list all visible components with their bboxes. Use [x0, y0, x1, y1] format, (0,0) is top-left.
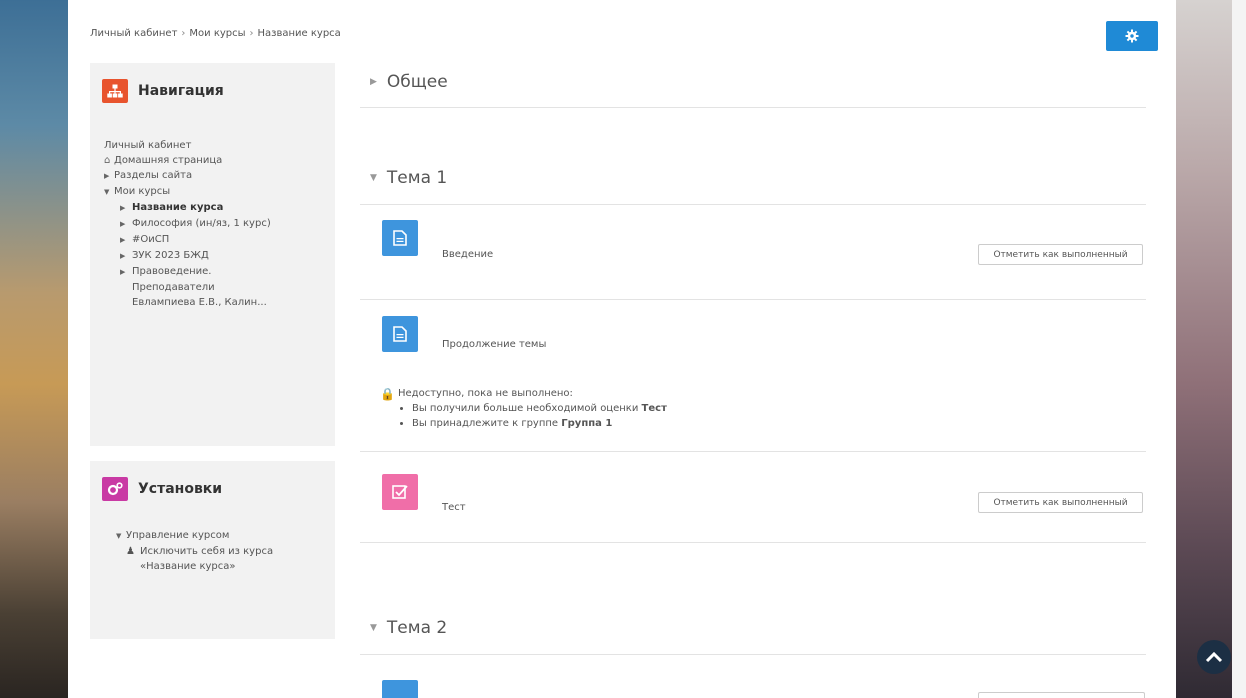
divider [360, 204, 1146, 205]
settings-block: Установки ▼ Управление курсом ♟ Исключить … [90, 461, 335, 639]
gear-icon [1125, 29, 1139, 43]
mark-complete-button[interactable]: Отметить как выполненный [978, 244, 1143, 265]
divider [360, 542, 1146, 543]
nav-site-pages[interactable]: ▶ Разделы сайта [104, 168, 324, 184]
user-icon: ♟ [126, 546, 135, 557]
activity-continuation-link[interactable]: Продолжение темы [442, 339, 546, 350]
breadcrumb-dashboard[interactable]: Личный кабинет [90, 28, 177, 39]
chevron-up-icon [1205, 651, 1223, 663]
settings-unenrol[interactable]: ♟ Исключить себя из курса «Название курса… [116, 544, 326, 574]
nav-course-label: Философия (ин/яз, 1 курс) [132, 218, 271, 229]
breadcrumb-separator: › [181, 28, 186, 39]
activity-intro-link[interactable]: Введение [442, 249, 493, 260]
restriction-condition-value: Тест [641, 403, 667, 414]
nav-my-courses[interactable]: ▼ Мои курсы [104, 184, 324, 200]
nav-home[interactable]: ⌂ Домашняя страница [104, 153, 324, 168]
mark-complete-button[interactable]: Отметить как выполненный [978, 492, 1143, 513]
restriction-condition: Вы принадлежите к группе Группа 1 [412, 416, 667, 431]
chevron-down-icon: ▼ [370, 173, 377, 183]
cogs-icon [102, 477, 128, 501]
nav-my-courses-label: Мои курсы [114, 186, 171, 197]
activity-test-link[interactable]: Тест [442, 502, 466, 513]
moodle-course-page: Личный кабинет › Мои курсы › Название курса [68, 0, 1176, 698]
quiz-icon[interactable] [382, 474, 418, 510]
settings-title: Установки [138, 481, 223, 497]
lock-icon: 🔒 [380, 387, 395, 401]
course-settings-button[interactable] [1106, 21, 1158, 51]
restriction-condition-text: Вы принадлежите к группе [412, 418, 559, 429]
nav-course-current[interactable]: ▶ Название курса [104, 200, 324, 216]
mark-complete-button-partial[interactable] [978, 692, 1145, 698]
divider [360, 451, 1146, 452]
navigation-tree: Личный кабинет ⌂ Домашняя страница ▶ Разде… [104, 138, 324, 310]
chevron-right-icon: ▶ [120, 204, 126, 212]
navigation-title: Навигация [138, 83, 224, 99]
divider [360, 299, 1146, 300]
scroll-to-top-button[interactable] [1197, 640, 1231, 674]
section-topic-2[interactable]: ▼ Тема 2 [370, 618, 447, 638]
window-edge-strip [1232, 0, 1246, 698]
page-icon[interactable] [382, 680, 418, 698]
chevron-down-icon: ▼ [104, 188, 110, 196]
restriction-header: Недоступно, пока не выполнено: [398, 388, 573, 399]
section-general[interactable]: ▶ Общее [370, 72, 448, 92]
chevron-right-icon: ▶ [104, 172, 110, 180]
nav-course-label: Название курса [132, 202, 224, 213]
desktop-background-left [0, 0, 68, 698]
nav-course-label: ЗУК 2023 БЖД [132, 250, 209, 261]
nav-dashboard[interactable]: Личный кабинет [104, 138, 324, 153]
sitemap-icon [102, 79, 128, 103]
nav-site-pages-label: Разделы сайта [114, 170, 193, 181]
restriction-list: Вы получили больше необходимой оценки Те… [412, 401, 667, 431]
navigation-block-header: Навигация [90, 63, 335, 103]
chevron-right-icon: ▶ [120, 236, 126, 244]
section-topic-1[interactable]: ▼ Тема 1 [370, 168, 447, 188]
chevron-right-icon: ▶ [120, 252, 126, 260]
settings-course-admin[interactable]: ▼ Управление курсом [116, 528, 326, 544]
chevron-right-icon: ▶ [120, 220, 126, 228]
breadcrumb-separator: › [249, 28, 254, 39]
restriction-condition-text: Вы получили больше необходимой оценки [412, 403, 639, 414]
section-topic-2-title: Тема 2 [386, 618, 448, 638]
section-topic-1-title: Тема 1 [386, 168, 448, 188]
divider [360, 654, 1146, 655]
nav-course-label: Правоведение. Преподаватели Евлампиева Е… [132, 266, 267, 308]
chevron-right-icon: ▶ [370, 77, 377, 87]
home-icon: ⌂ [104, 155, 111, 166]
chevron-down-icon: ▼ [370, 623, 377, 633]
chevron-down-icon: ▼ [116, 532, 122, 540]
page-icon[interactable] [382, 316, 418, 352]
breadcrumb-my-courses[interactable]: Мои курсы [189, 28, 245, 39]
nav-home-label: Домашняя страница [114, 155, 223, 166]
nav-course-zuk[interactable]: ▶ ЗУК 2023 БЖД [104, 248, 324, 264]
nav-course-oisp[interactable]: ▶ #ОиСП [104, 232, 324, 248]
settings-course-admin-label: Управление курсом [126, 530, 230, 541]
restriction-condition: Вы получили больше необходимой оценки Те… [412, 401, 667, 416]
desktop-background-right [1176, 0, 1246, 698]
breadcrumb: Личный кабинет › Мои курсы › Название курса [90, 28, 341, 39]
restriction-info: 🔒 Недоступно, пока не выполнено: Вы полу… [380, 387, 667, 431]
settings-block-header: Установки [90, 461, 335, 501]
settings-unenrol-label: Исключить себя из курса «Название курса» [140, 546, 274, 572]
page-icon[interactable] [382, 220, 418, 256]
breadcrumb-course[interactable]: Название курса [258, 28, 341, 39]
restriction-condition-value: Группа 1 [561, 418, 613, 429]
settings-tree: ▼ Управление курсом ♟ Исключить себя из ку… [116, 528, 326, 574]
divider [360, 107, 1146, 108]
chevron-right-icon: ▶ [120, 268, 126, 276]
section-general-title: Общее [386, 72, 448, 92]
nav-course-law[interactable]: ▶ Правоведение. Преподаватели Евлампиева … [104, 264, 272, 310]
navigation-block: Навигация Личный кабинет ⌂ Домашняя стран… [90, 63, 335, 446]
nav-course-philosophy[interactable]: ▶ Философия (ин/яз, 1 курс) [104, 216, 324, 232]
nav-course-label: #ОиСП [132, 234, 170, 245]
